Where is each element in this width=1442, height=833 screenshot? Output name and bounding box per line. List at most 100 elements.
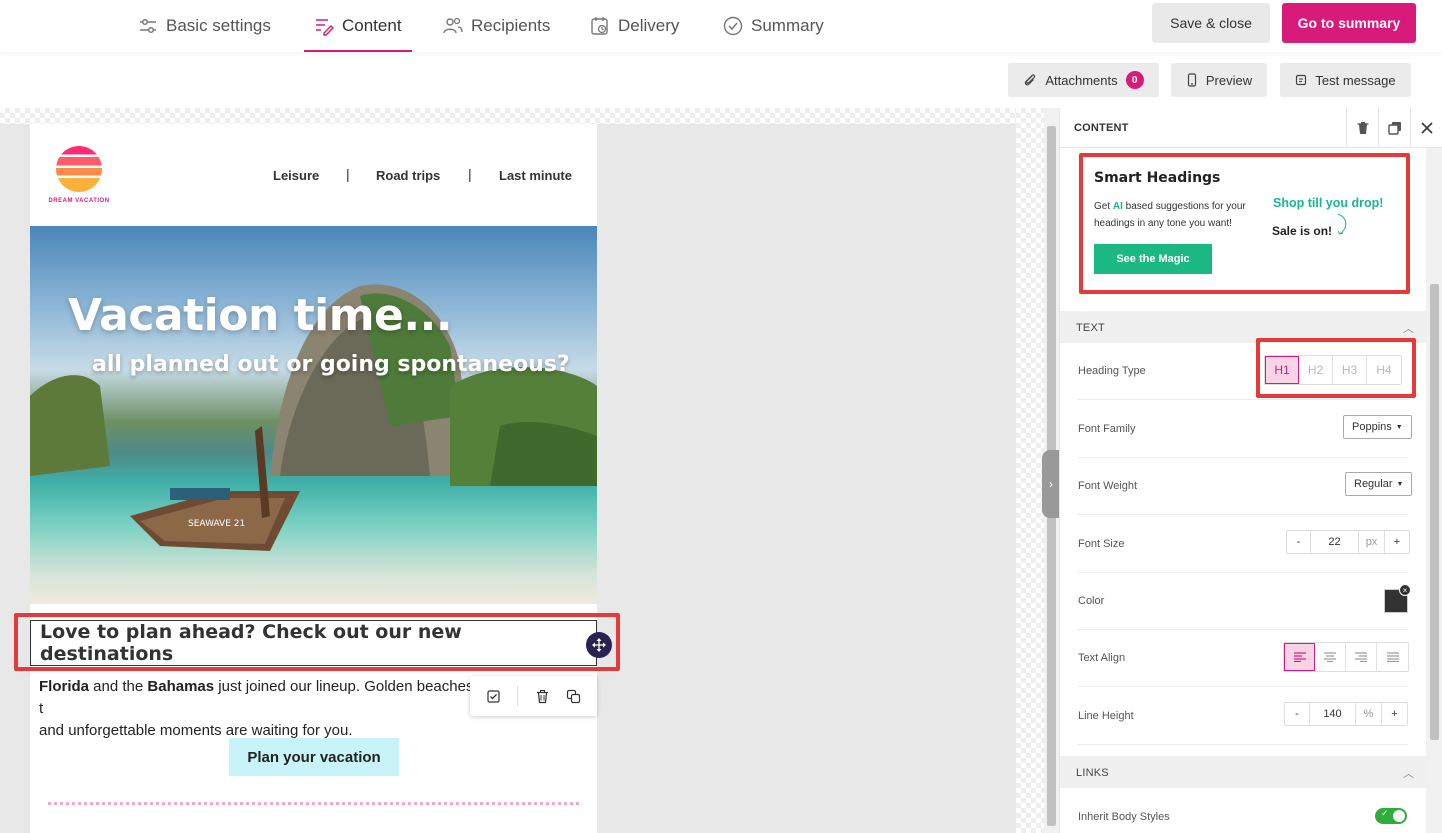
line-height-increment[interactable]: + [1382,703,1407,725]
tab-label: Content [342,16,402,35]
text-align-label: Text Align [1078,652,1126,664]
trash-icon[interactable] [535,689,550,704]
scrollbar-thumb[interactable] [1430,284,1439,740]
properties-panel: CONTENT Smart Headings Get AI based sugg… [1059,108,1442,833]
preview-label: Preview [1205,72,1253,88]
body-bold-bahamas: Bahamas [147,678,215,695]
line-height-input[interactable]: 140 [1310,703,1356,725]
tab-label: Recipients [471,16,551,35]
sub-toolbar: Attachments 0 Preview Test message [0,52,1442,108]
hero-subtitle: all planned out or going spontaneous? [92,352,570,377]
save-close-button[interactable]: Save & close [1152,3,1270,43]
hero-image[interactable]: SEAWAVE 21 Vacation time... all planned … [30,226,597,604]
email-nav-last-minute[interactable]: Last minute [499,168,572,183]
align-center-icon[interactable] [1315,643,1346,671]
smart-headings-highlight-outline [1079,153,1410,294]
save-block-icon[interactable] [486,689,501,704]
clear-color-icon[interactable]: × [1399,584,1411,596]
tab-basic-settings[interactable]: Basic settings [138,0,271,52]
panel-header: CONTENT [1060,108,1442,148]
body-text-line2: and unforgettable moments are waiting fo… [39,722,353,739]
chevron-right-icon: › [1049,477,1053,491]
font-weight-row: Font Weight Regular ▼ [1078,458,1413,515]
attachments-count-badge: 0 [1125,71,1144,89]
color-row: Color × [1078,573,1411,630]
sliders-icon [140,18,156,34]
section-label: LINKS [1076,767,1109,779]
font-size-unit: px [1359,531,1385,553]
chevron-up-icon: ︿ [1403,323,1414,335]
top-navigation: Basic settings Content Recipients Delive… [0,0,1442,52]
line-height-stepper: - 140 % + [1284,702,1408,726]
font-size-input[interactable]: 22 [1311,531,1359,553]
selected-value: Regular [1354,478,1393,490]
mobile-phone-icon [1187,73,1196,87]
line-height-row: Line Height - 140 % + [1078,688,1408,745]
panel-collapse-handle[interactable]: › [1042,450,1059,518]
tab-recipients[interactable]: Recipients [443,0,550,52]
panel-scrollbar[interactable] [1426,148,1442,833]
duplicate-icon[interactable] [566,689,581,704]
align-left-icon[interactable] [1284,643,1315,671]
heading-type-label: Heading Type [1078,365,1146,377]
email-template: DREAM VACATION Leisure | Road trips | La… [14,124,620,833]
check-circle-icon [723,16,743,36]
block-action-toolbar [470,676,597,716]
test-message-label: Test message [1315,72,1396,88]
transparent-background [0,108,1044,124]
tab-delivery[interactable]: Delivery [590,0,679,52]
caret-down-icon: ▼ [1396,480,1404,488]
selected-value: Poppins [1352,421,1392,433]
toolbar-divider [517,686,519,706]
font-family-row: Font Family Poppins ▼ [1078,401,1412,458]
text-align-row: Text Align [1078,630,1409,687]
trash-icon [1357,122,1368,134]
dream-vacation-logo[interactable]: DREAM VACATION [46,146,112,210]
tab-summary[interactable]: Summary [723,0,824,52]
tab-content[interactable]: Content [304,0,412,52]
line-height-decrement[interactable]: - [1285,703,1310,725]
font-size-stepper: - 22 px + [1286,530,1410,554]
font-weight-label: Font Weight [1078,480,1138,492]
attachments-button[interactable]: Attachments 0 [1008,63,1159,97]
email-nav-leisure[interactable]: Leisure [273,168,319,183]
heading-highlight-outline [14,613,620,671]
body-bold-florida: Florida [39,678,90,695]
font-weight-select[interactable]: Regular ▼ [1345,472,1413,496]
font-family-select[interactable]: Poppins ▼ [1343,415,1412,439]
email-canvas: › DREAM VACATION Leisure | Road trips | … [0,108,1059,833]
preview-button[interactable]: Preview [1171,63,1267,97]
users-icon [443,17,463,34]
hero-title: Vacation time... [68,290,453,341]
check-icon: ✓ [1381,808,1389,818]
test-message-icon [1296,74,1307,86]
duplicate-icon [1387,122,1401,135]
content-edit-icon [316,19,334,36]
align-justify-icon[interactable] [1377,643,1408,671]
tab-label: Summary [751,16,824,35]
panel-title: CONTENT [1074,122,1129,134]
inherit-body-styles-toggle[interactable] [1375,808,1407,824]
heading-type-highlight-outline [1256,338,1416,398]
email-nav-road-trips[interactable]: Road trips [376,168,440,183]
beach-scene-illustration: SEAWAVE 21 [30,284,597,551]
font-size-decrement[interactable]: - [1287,531,1311,553]
align-right-icon[interactable] [1346,643,1377,671]
plan-vacation-button[interactable]: Plan your vacation [229,738,399,776]
chevron-up-icon: ︿ [1403,768,1414,780]
line-height-label: Line Height [1078,710,1134,722]
test-message-button[interactable]: Test message [1280,63,1411,97]
caret-down-icon: ▼ [1395,423,1403,431]
close-panel-button[interactable] [1410,108,1442,148]
logo-text: DREAM VACATION [48,198,110,204]
tab-label: Delivery [618,16,680,35]
body-paragraph[interactable]: Florida and the Bahamas just joined our … [39,676,479,742]
links-section-header[interactable]: LINKS ︿ [1060,756,1426,788]
font-family-label: Font Family [1078,423,1136,435]
delete-block-button[interactable] [1346,108,1378,148]
duplicate-block-button[interactable] [1378,108,1410,148]
go-to-summary-button[interactable]: Go to summary [1282,3,1416,43]
section-label: TEXT [1076,322,1105,334]
font-size-increment[interactable]: + [1385,531,1409,553]
close-icon [1420,122,1433,134]
